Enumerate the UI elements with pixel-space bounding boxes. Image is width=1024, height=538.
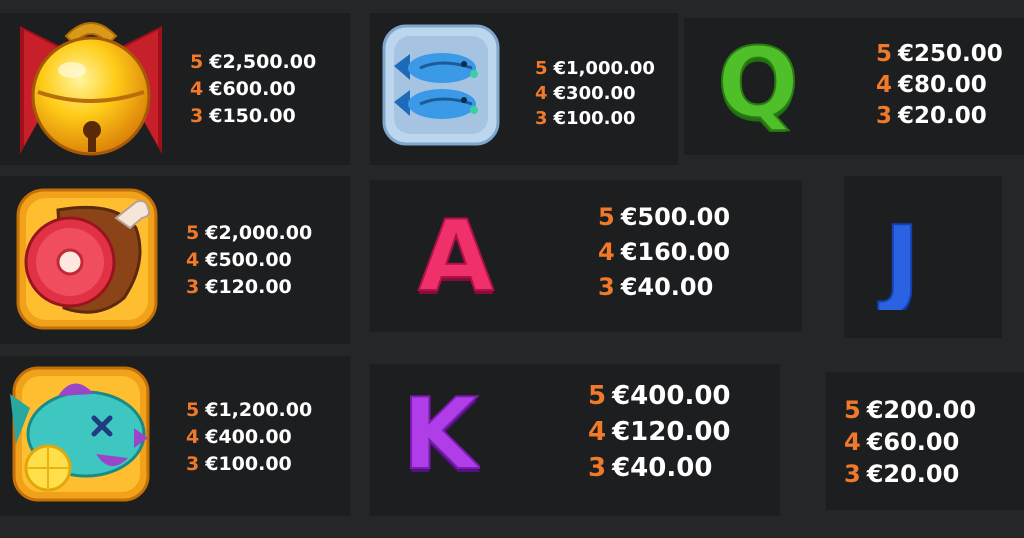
pay-count: 3 [186, 453, 200, 475]
pay-amount: €150.00 [209, 105, 296, 127]
pay-row: 3 €100.00 [535, 106, 655, 131]
fish-plate-icon [382, 24, 500, 146]
pay-row: 3 €150.00 [190, 103, 316, 130]
pay-row: 3 €40.00 [588, 450, 731, 486]
pay-amount: €100.00 [205, 453, 292, 475]
pay-row: 4 €120.00 [588, 414, 731, 450]
pay-count: 3 [588, 453, 607, 483]
pay-row: 5 €2,000.00 [186, 220, 312, 247]
letter-a-text: A [418, 200, 494, 304]
letter-k-text: K [402, 378, 480, 482]
pay-row: 4 €160.00 [598, 235, 730, 270]
pay-row: 5 €400.00 [588, 378, 731, 414]
paytable-a: 5 €500.00 4 €160.00 3 €40.00 [598, 200, 730, 305]
pay-count: 5 [186, 399, 200, 421]
pay-count: 3 [190, 105, 204, 127]
pay-amount: €250.00 [898, 41, 1003, 67]
pay-amount: €1,000.00 [553, 58, 655, 79]
paytable-bell: 5 €2,500.00 4 €600.00 3 €150.00 [190, 49, 316, 130]
letter-j-text: J [878, 206, 920, 310]
pay-amount: €1,200.00 [205, 399, 313, 421]
pay-row: 3 €20.00 [844, 458, 976, 490]
pay-amount: €2,000.00 [205, 222, 313, 244]
pay-amount: €20.00 [898, 103, 987, 129]
pay-row: 5 €2,500.00 [190, 49, 316, 76]
pay-count: 4 [598, 238, 615, 266]
pay-row: 3 €20.00 [876, 101, 1003, 132]
pay-amount: €60.00 [866, 428, 960, 456]
pay-amount: €20.00 [866, 460, 960, 488]
letter-q-icon: Q Q [716, 32, 800, 132]
paytable-ham: 5 €2,000.00 4 €500.00 3 €120.00 [186, 220, 312, 301]
pay-count: 4 [186, 249, 200, 271]
pay-amount: €120.00 [205, 276, 292, 298]
pay-amount: €40.00 [620, 273, 714, 301]
pay-row: 4 €80.00 [876, 70, 1003, 101]
pay-count: 5 [190, 51, 204, 73]
pay-row: 3 €100.00 [186, 451, 312, 478]
pay-row: 4 €600.00 [190, 76, 316, 103]
paytable-q: 5 €250.00 4 €80.00 3 €20.00 [876, 39, 1003, 132]
pay-amount: €40.00 [612, 453, 713, 483]
pay-count: 4 [844, 428, 861, 456]
pay-row: 4 €500.00 [186, 247, 312, 274]
pay-row: 5 €250.00 [876, 39, 1003, 70]
pay-amount: €2,500.00 [209, 51, 317, 73]
pay-amount: €300.00 [553, 83, 636, 104]
bell-icon [20, 22, 162, 156]
pay-amount: €600.00 [209, 78, 296, 100]
pay-amount: €120.00 [612, 417, 731, 447]
pay-count: 3 [598, 273, 615, 301]
paytable-k: 5 €400.00 4 €120.00 3 €40.00 [588, 378, 731, 486]
pay-amount: €200.00 [866, 396, 977, 424]
letter-q-text: Q [717, 32, 799, 132]
pay-row: 5 €500.00 [598, 200, 730, 235]
pay-count: 5 [535, 58, 548, 79]
pay-row: 3 €40.00 [598, 270, 730, 305]
pay-row: 4 €400.00 [186, 424, 312, 451]
pay-row: 4 €60.00 [844, 426, 976, 458]
pay-count: 4 [588, 417, 607, 447]
pay-amount: €160.00 [620, 238, 731, 266]
pay-count: 3 [876, 103, 893, 129]
paytable-puffer-fish: 5 €1,200.00 4 €400.00 3 €100.00 [186, 397, 312, 478]
pay-count: 3 [844, 460, 861, 488]
pay-amount: €500.00 [205, 249, 292, 271]
pay-count: 4 [876, 72, 893, 98]
pay-row: 5 €1,000.00 [535, 56, 655, 81]
pay-count: 3 [186, 276, 200, 298]
pay-count: 5 [186, 222, 200, 244]
ham-icon [16, 188, 158, 330]
pay-count: 5 [588, 381, 607, 411]
pay-amount: €500.00 [620, 203, 731, 231]
pay-count: 4 [535, 83, 548, 104]
pay-amount: €400.00 [612, 381, 731, 411]
puffer-fish-icon [10, 366, 150, 502]
pay-row: 4 €300.00 [535, 81, 655, 106]
pay-count: 4 [186, 426, 200, 448]
pay-count: 5 [844, 396, 861, 424]
letter-j-icon: J J [877, 206, 921, 310]
pay-row: 3 €120.00 [186, 274, 312, 301]
pay-amount: €400.00 [205, 426, 292, 448]
letter-k-icon: K K [401, 378, 480, 482]
paytable-fish-plate: 5 €1,000.00 4 €300.00 3 €100.00 [535, 56, 655, 131]
pay-amount: €80.00 [898, 72, 987, 98]
letter-a-icon: A A [417, 200, 495, 304]
pay-row: 5 €200.00 [844, 394, 976, 426]
pay-row: 5 €1,200.00 [186, 397, 312, 424]
pay-count: 4 [190, 78, 204, 100]
pay-count: 5 [876, 41, 893, 67]
pay-count: 5 [598, 203, 615, 231]
paytable-last: 5 €200.00 4 €60.00 3 €20.00 [844, 394, 976, 490]
pay-amount: €100.00 [553, 108, 636, 129]
pay-count: 3 [535, 108, 548, 129]
